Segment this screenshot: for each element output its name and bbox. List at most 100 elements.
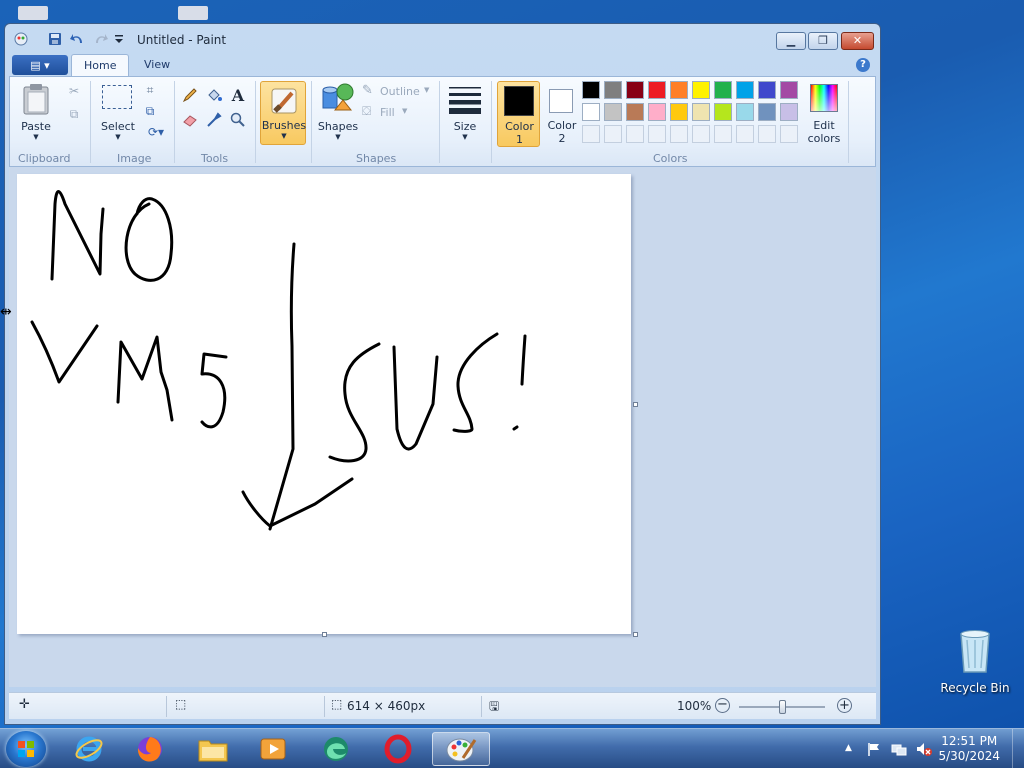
outline-dropdown[interactable]: ✎ Outline ▼ xyxy=(362,83,434,101)
separator xyxy=(311,81,312,163)
color2-button[interactable]: Color 2 xyxy=(541,81,583,147)
color2-label: Color xyxy=(547,119,577,132)
windows-logo-icon xyxy=(18,741,34,757)
paint-app-icon[interactable] xyxy=(13,31,29,47)
save-icon[interactable] xyxy=(47,31,63,47)
color-swatch[interactable] xyxy=(604,103,622,121)
cut-icon[interactable]: ✂ xyxy=(64,81,84,101)
resize-cursor-icon: ⇹ xyxy=(0,304,12,320)
chevron-down-icon: ▼ xyxy=(462,133,468,141)
custom-color-slot[interactable] xyxy=(626,125,644,143)
color-swatch[interactable] xyxy=(604,81,622,99)
shapes-button[interactable]: Shapes ▼ xyxy=(316,81,360,143)
undo-icon[interactable] xyxy=(69,31,85,47)
maximize-button[interactable]: ❐ xyxy=(808,32,838,50)
edit-colors-label-2: colors xyxy=(807,132,841,145)
custom-color-slot[interactable] xyxy=(714,125,732,143)
color-swatch[interactable] xyxy=(648,103,666,121)
eraser-icon[interactable] xyxy=(180,110,200,130)
color-swatch[interactable] xyxy=(582,81,600,99)
color-swatch[interactable] xyxy=(780,103,798,121)
color-swatch[interactable] xyxy=(758,103,776,121)
firefox-button[interactable] xyxy=(123,732,177,766)
internet-explorer-icon xyxy=(75,736,103,762)
color-swatch[interactable] xyxy=(714,81,732,99)
color-swatch[interactable] xyxy=(758,81,776,99)
color-swatch[interactable] xyxy=(670,81,688,99)
system-clock[interactable]: 12:51 PM 5/30/2024 xyxy=(938,734,1000,764)
canvas-resize-handle-corner[interactable] xyxy=(633,632,638,637)
drawing-canvas[interactable] xyxy=(17,174,631,634)
color-picker-icon[interactable] xyxy=(204,110,224,130)
select-button[interactable]: Select ▼ xyxy=(96,81,136,143)
zoom-slider-thumb[interactable] xyxy=(779,700,786,714)
tab-view[interactable]: View xyxy=(132,54,182,77)
color-swatch[interactable] xyxy=(648,81,666,99)
color-swatch[interactable] xyxy=(736,103,754,121)
show-hidden-icons-button[interactable]: ▲ xyxy=(845,743,861,759)
customize-toolbar-icon[interactable] xyxy=(111,31,127,47)
magnifier-icon[interactable] xyxy=(228,110,248,130)
recycle-bin[interactable]: Recycle Bin xyxy=(940,628,1010,695)
opera-button[interactable] xyxy=(371,732,425,766)
custom-color-slot[interactable] xyxy=(604,125,622,143)
action-center-flag-icon[interactable] xyxy=(866,741,882,757)
zoom-in-button[interactable]: + xyxy=(837,698,852,713)
redo-icon[interactable] xyxy=(93,31,109,47)
color-swatch[interactable] xyxy=(692,81,710,99)
color-swatch[interactable] xyxy=(582,103,600,121)
show-desktop-button[interactable] xyxy=(1012,729,1024,768)
custom-color-slot[interactable] xyxy=(736,125,754,143)
pencil-icon[interactable] xyxy=(180,85,200,105)
close-button[interactable]: ✕ xyxy=(841,32,874,50)
file-explorer-button[interactable] xyxy=(186,732,240,766)
cursor-position-icon: ✛ xyxy=(19,697,30,712)
rotate-icon[interactable]: ⟳▾ xyxy=(142,122,170,142)
start-button[interactable] xyxy=(6,731,46,767)
paint-menu-button[interactable]: ▤ ▾ xyxy=(12,55,68,75)
color-swatch[interactable] xyxy=(626,81,644,99)
media-player-button[interactable] xyxy=(246,732,300,766)
color-swatch[interactable] xyxy=(692,103,710,121)
canvas-resize-handle-bottom[interactable] xyxy=(322,632,327,637)
separator xyxy=(324,696,325,717)
help-icon[interactable]: ? xyxy=(856,58,870,72)
color-swatch[interactable] xyxy=(670,103,688,121)
canvas-resize-handle-right[interactable] xyxy=(633,402,638,407)
color-swatch[interactable] xyxy=(626,103,644,121)
crop-icon[interactable]: ⌗ xyxy=(140,80,160,100)
paint-taskbar-button[interactable] xyxy=(432,732,490,766)
paste-button[interactable]: Paste ▼ xyxy=(16,81,56,143)
internet-explorer-button[interactable] xyxy=(62,732,116,766)
fill-bucket-icon[interactable] xyxy=(204,85,224,105)
separator xyxy=(481,696,482,717)
color-swatch[interactable] xyxy=(780,81,798,99)
edit-colors-button[interactable]: Edit colors xyxy=(804,81,844,147)
network-icon[interactable] xyxy=(891,741,907,757)
size-button[interactable]: Size ▼ xyxy=(444,81,486,143)
fill-dropdown[interactable]: ⛋ Fill ▼ xyxy=(362,104,422,122)
minimize-button[interactable]: ▁ xyxy=(776,32,806,50)
custom-color-slot[interactable] xyxy=(582,125,600,143)
zoom-slider[interactable] xyxy=(739,700,825,714)
color-swatch[interactable] xyxy=(736,81,754,99)
custom-color-slot[interactable] xyxy=(758,125,776,143)
custom-color-slot[interactable] xyxy=(648,125,666,143)
volume-muted-icon[interactable] xyxy=(915,741,932,757)
color1-number: 1 xyxy=(516,133,523,146)
color1-button[interactable]: Color 1 xyxy=(497,81,540,147)
copy-icon[interactable]: ⧉ xyxy=(64,104,84,124)
custom-color-slot[interactable] xyxy=(692,125,710,143)
resize-icon[interactable]: ⧉ xyxy=(140,101,160,121)
custom-color-slot[interactable] xyxy=(670,125,688,143)
zoom-out-button[interactable]: − xyxy=(715,698,730,713)
color-swatch[interactable] xyxy=(714,103,732,121)
text-tool-icon[interactable]: A xyxy=(228,85,248,105)
chevron-down-icon: ▼ xyxy=(402,107,408,115)
edit-colors-label: Edit xyxy=(813,119,835,132)
chevron-down-icon: ▼ xyxy=(424,86,430,94)
tab-home[interactable]: Home xyxy=(71,54,130,77)
brushes-button[interactable]: Brushes ▼ xyxy=(260,81,306,145)
edge-browser-button[interactable] xyxy=(309,732,363,766)
custom-color-slot[interactable] xyxy=(780,125,798,143)
